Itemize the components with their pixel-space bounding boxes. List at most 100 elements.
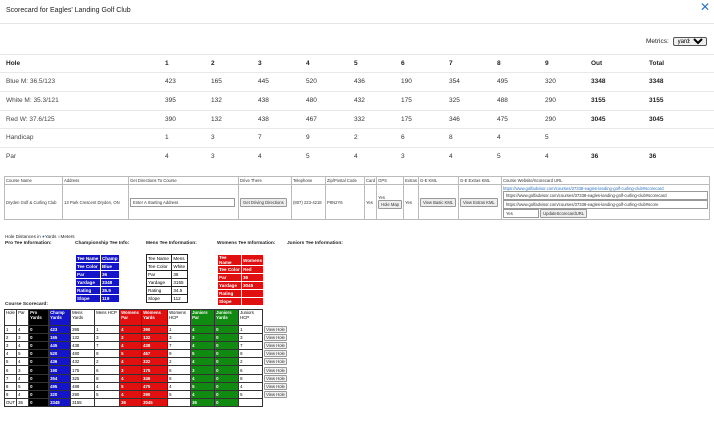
- tee-field-value: 34.5: [171, 286, 188, 295]
- view-hole-button[interactable]: View Hole: [264, 390, 287, 398]
- close-icon[interactable]: ✕: [700, 0, 710, 14]
- course-scorecard-cell: 5: [16, 349, 30, 359]
- view-hole-button[interactable]: View Hole: [264, 326, 287, 334]
- course-scorecard-cell: 8: [238, 373, 264, 383]
- course-scorecard-cell: 4: [190, 357, 216, 367]
- scorecard-cell: 432: [354, 96, 365, 104]
- champ-tee-info-heading: Championship Tee Info:: [75, 241, 130, 246]
- scorecard-url-field-2[interactable]: https://www.golfadvisor.com/courses/3733…: [502, 200, 708, 209]
- scorecard-cell: 8: [449, 134, 453, 142]
- course-scorecard-cell: 3: [16, 365, 30, 375]
- course-name: Dryden Golf & Curling Club: [4, 184, 63, 220]
- course-scorecard-cell: 2: [238, 357, 264, 367]
- tee-field-value: Champ: [99, 254, 121, 263]
- tee-field-value: White: [171, 262, 188, 271]
- tee-field-value: 36: [171, 270, 188, 279]
- womens-tee-info-heading: Womens Tee Information:: [217, 241, 276, 246]
- scorecard-cell: 4: [497, 134, 501, 142]
- scorecard-cell: 190: [401, 78, 412, 85]
- tee-field-value: 35.5: [99, 286, 121, 295]
- course-scorecard-heading: Course Scorecard:: [5, 302, 48, 307]
- course-scorecard-out-cell: 3348: [48, 397, 72, 407]
- course-scorecard-cell: 4: [16, 357, 30, 367]
- scorecard-cell: 175: [401, 115, 412, 123]
- scorecard-url-field-1[interactable]: https://www.golfadvisor.com/courses/3733…: [502, 191, 708, 200]
- scorecard-cell: 290: [545, 96, 556, 104]
- telephone: (807) 223-4218: [291, 184, 326, 220]
- metrics-label: Metrics:: [646, 38, 669, 45]
- scorecard-cell: 520: [306, 78, 317, 85]
- tee-field-value: 36: [99, 270, 121, 279]
- course-scorecard-cell: 4: [190, 389, 216, 399]
- course-scorecard-cell: 0: [214, 381, 240, 391]
- tee-field-value: 3045: [240, 281, 265, 290]
- scorecard-column-header: 7: [449, 60, 453, 67]
- view-hole-button[interactable]: View Hole: [264, 350, 287, 358]
- course-scorecard-cell: 5: [94, 389, 121, 399]
- view-hole-button[interactable]: View Hole: [264, 374, 287, 382]
- hole-map-button[interactable]: Hole Map: [378, 200, 402, 209]
- tee-field-value: Womens: [240, 254, 265, 266]
- update-scorecard-url-button[interactable]: UpdateScorecardURL: [540, 209, 588, 218]
- directions-cell: Enter A Starting Address: [128, 184, 239, 220]
- course-scorecard-cell: 4: [16, 389, 30, 399]
- tee-field-label: Yardage: [217, 281, 242, 290]
- view-hole-button[interactable]: View Hole: [264, 366, 287, 374]
- modal-header: Scorecard for Eagles' Landing Golf Club …: [0, 0, 714, 24]
- scorecard-cell: 467: [306, 115, 317, 123]
- course-scorecard-cell: 0: [214, 389, 240, 399]
- tee-field-label: Par: [217, 273, 242, 282]
- tee-field-label: Tee Name: [217, 254, 242, 266]
- champ-tee-table: Tee Name Champ Tee Color Blue Par 36 Yardage 33…: [75, 254, 121, 303]
- scorecard-cell: 3: [401, 153, 405, 161]
- course-scorecard-cell: 0: [214, 373, 240, 383]
- scorecard-cell: 438: [258, 96, 269, 104]
- view-basic-kml-button[interactable]: View Basic KML: [419, 197, 457, 207]
- scorecard-cell: 436: [354, 78, 365, 85]
- course-scorecard-cell: 320: [48, 389, 72, 399]
- course-scorecard-cell: 2: [3, 333, 18, 343]
- info-header-row: Course Name Address Get Directions To Co…: [4, 176, 711, 185]
- url-yes-select[interactable]: Yes: [502, 209, 539, 218]
- course-scorecard-out-cell: 36: [119, 397, 143, 407]
- course-scorecard-cell: 432: [70, 357, 96, 367]
- tee-field-label: Slope: [145, 294, 173, 303]
- tee-field-value: [240, 289, 265, 298]
- view-hole-button[interactable]: View Hole: [264, 382, 287, 390]
- scorecard-header-row: Hole 1 2 3 4 5 6 7 8 9 Out Total: [0, 54, 714, 72]
- tee-field-label: Tee Color: [145, 262, 173, 271]
- scorecard-column-header: 1: [165, 60, 169, 67]
- scorecard-column-header: Out: [591, 60, 603, 67]
- tee-field-value: 3155: [171, 278, 188, 287]
- course-scorecard-cell: 6: [3, 365, 18, 375]
- course-scorecard-cell: 475: [141, 381, 169, 391]
- course-scorecard-row: 7 4 0 354 325 8 4 346 8 4 0 8 View Hole: [3, 373, 289, 383]
- view-hole-cell: View Hole: [263, 358, 289, 366]
- metrics-select[interactable]: yards: [672, 37, 707, 46]
- drive-cell: Get Driving Directions: [238, 184, 292, 220]
- view-hole-button[interactable]: View Hole: [264, 334, 287, 342]
- get-driving-directions-button[interactable]: Get Driving Directions: [240, 197, 287, 207]
- course-scorecard-cell: 9: [167, 349, 192, 359]
- view-hole-button[interactable]: View Hole: [264, 342, 287, 350]
- view-hole-cell: View Hole: [263, 326, 289, 334]
- directions-input[interactable]: Enter A Starting Address: [130, 197, 235, 207]
- tee-row: Slope 119: [75, 294, 121, 303]
- course-scorecard-cell: 438: [70, 341, 96, 351]
- course-scorecard-cell: 0: [28, 349, 50, 359]
- scorecard-cell: 290: [545, 115, 556, 123]
- course-scorecard-column-header: Womens Yards: [141, 309, 169, 326]
- course-scorecard-cell: 175: [141, 365, 169, 375]
- scorecard-cell: 3348: [591, 78, 606, 85]
- info-header: G-E KML: [417, 176, 459, 185]
- course-scorecard-cell: 5: [238, 389, 264, 399]
- course-scorecard-cell: 4: [167, 381, 192, 391]
- scorecard-cell: 132: [211, 115, 222, 123]
- view-hole-button[interactable]: View Hole: [264, 358, 287, 366]
- course-scorecard-cell: 5: [3, 357, 18, 367]
- course-scorecard-cell: 4: [16, 324, 30, 335]
- mens-tee-table: Tee Name Mens Tee Color White Par 36 Yardage 31…: [145, 254, 188, 303]
- scorecard-cell: 4: [165, 153, 169, 161]
- view-extras-kml-button[interactable]: View Extras KML: [459, 197, 498, 207]
- course-scorecard-cell: 0: [214, 341, 240, 351]
